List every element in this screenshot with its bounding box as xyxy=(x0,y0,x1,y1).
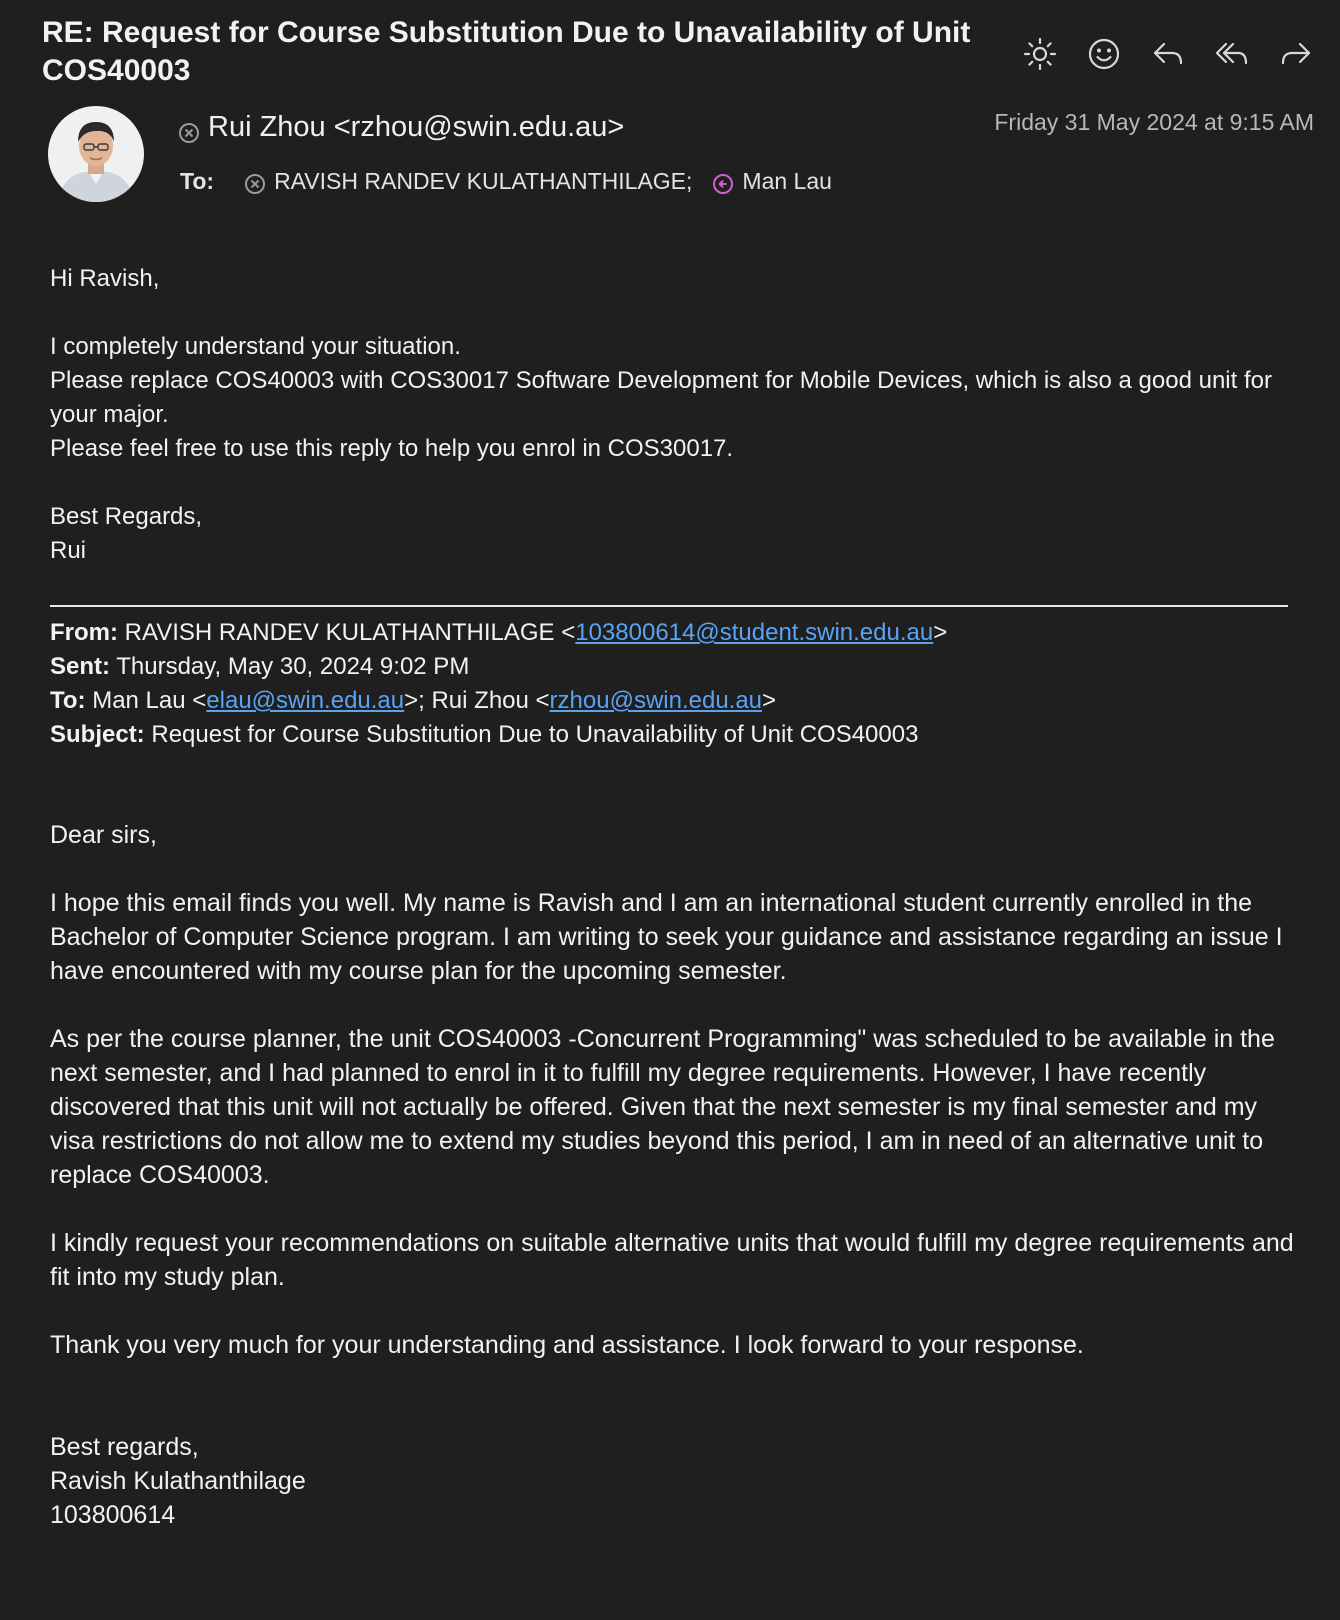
original-paragraph: I hope this email finds you well. My nam… xyxy=(50,889,1283,985)
react-button[interactable] xyxy=(1082,32,1126,76)
sender-name: Rui Zhou <rzhou@swin.edu.au> xyxy=(208,111,625,143)
quoted-sent: Sent: Thursday, May 30, 2024 9:02 PM xyxy=(50,650,1300,684)
sender[interactable]: Rui Zhou <rzhou@swin.edu.au> xyxy=(178,108,624,146)
sun-icon xyxy=(1023,37,1057,71)
original-greeting: Dear sirs, xyxy=(50,821,157,849)
original-paragraph: As per the course planner, the unit COS4… xyxy=(50,1025,1275,1189)
person-photo-icon xyxy=(48,106,144,202)
to-email-link-rzhou[interactable]: rzhou@swin.edu.au xyxy=(550,687,762,714)
reply-body: Hi Ravish, I completely understand your … xyxy=(50,262,1300,568)
email-subject: RE: Request for Course Substitution Due … xyxy=(42,16,971,87)
original-signoff: Best regards, xyxy=(50,1433,199,1461)
quoted-header: From: RAVISH RANDEV KULATHANTHILAGE <103… xyxy=(50,616,1300,752)
status-unavailable-icon xyxy=(178,116,200,143)
recipients-row: To: RAVISH RANDEV KULATHANTHILAGE; Man L… xyxy=(180,164,852,198)
reply-signature: Rui xyxy=(50,537,87,564)
reply-all-icon xyxy=(1215,42,1248,65)
status-unavailable-icon xyxy=(244,170,266,194)
from-name: RAVISH RANDEV KULATHANTHILAGE < xyxy=(124,619,576,646)
forward-icon xyxy=(1281,42,1311,65)
quoted-from: From: RAVISH RANDEV KULATHANTHILAGE <103… xyxy=(50,616,1300,650)
original-paragraph: Thank you very much for your understandi… xyxy=(50,1331,1084,1359)
subject-label: Subject: xyxy=(50,721,145,748)
recipient-name: RAVISH RANDEV KULATHANTHILAGE; xyxy=(274,168,693,194)
quote-divider xyxy=(50,605,1288,607)
reply-line: Please replace COS40003 with COS30017 So… xyxy=(50,367,1272,428)
to-bracket: > xyxy=(762,687,777,714)
quoted-subject: Subject: Request for Course Substitution… xyxy=(50,718,1300,752)
recipient-man-lau[interactable]: Man Lau xyxy=(712,164,832,198)
received-datetime: Friday 31 May 2024 at 9:15 AM xyxy=(994,109,1314,135)
recipient-ravish[interactable]: RAVISH RANDEV KULATHANTHILAGE; xyxy=(244,164,692,198)
original-student-id: 103800614 xyxy=(50,1501,176,1529)
forward-button[interactable] xyxy=(1274,32,1318,76)
smiley-icon xyxy=(1088,38,1120,70)
to-label: To: xyxy=(180,168,215,194)
to-separator: >; Rui Zhou < xyxy=(404,687,550,714)
original-signature-name: Ravish Kulathanthilage xyxy=(50,1467,306,1495)
reply-all-button[interactable] xyxy=(1210,32,1254,76)
from-bracket: > xyxy=(933,619,948,646)
from-label: From: xyxy=(50,619,118,646)
sender-avatar[interactable] xyxy=(48,106,144,202)
brightness-button[interactable] xyxy=(1018,32,1062,76)
reply-button[interactable] xyxy=(1146,32,1190,76)
reply-signoff: Best Regards, xyxy=(50,503,203,530)
from-email-link[interactable]: 103800614@student.swin.edu.au xyxy=(575,619,933,646)
to-label: To: xyxy=(50,687,86,714)
sent-value: Thursday, May 30, 2024 9:02 PM xyxy=(116,653,470,680)
original-paragraph: I kindly request your recommendations on… xyxy=(50,1229,1294,1291)
to-email-link-elau[interactable]: elau@swin.edu.au xyxy=(206,687,404,714)
quoted-to: To: Man Lau <elau@swin.edu.au>; Rui Zhou… xyxy=(50,684,1300,718)
to-name: Man Lau < xyxy=(92,687,207,714)
reply-icon xyxy=(1153,42,1183,65)
reply-line: I completely understand your situation. xyxy=(50,333,461,360)
subject-value: Request for Course Substitution Due to U… xyxy=(151,721,919,748)
sent-label: Sent: xyxy=(50,653,110,680)
message-actions xyxy=(1018,32,1318,76)
reply-line: Please feel free to use this reply to he… xyxy=(50,435,734,462)
recipient-name: Man Lau xyxy=(742,168,832,194)
original-message-body: Dear sirs, I hope this email finds you w… xyxy=(50,818,1300,1532)
reply-greeting: Hi Ravish, xyxy=(50,265,160,292)
status-away-icon xyxy=(712,170,734,194)
